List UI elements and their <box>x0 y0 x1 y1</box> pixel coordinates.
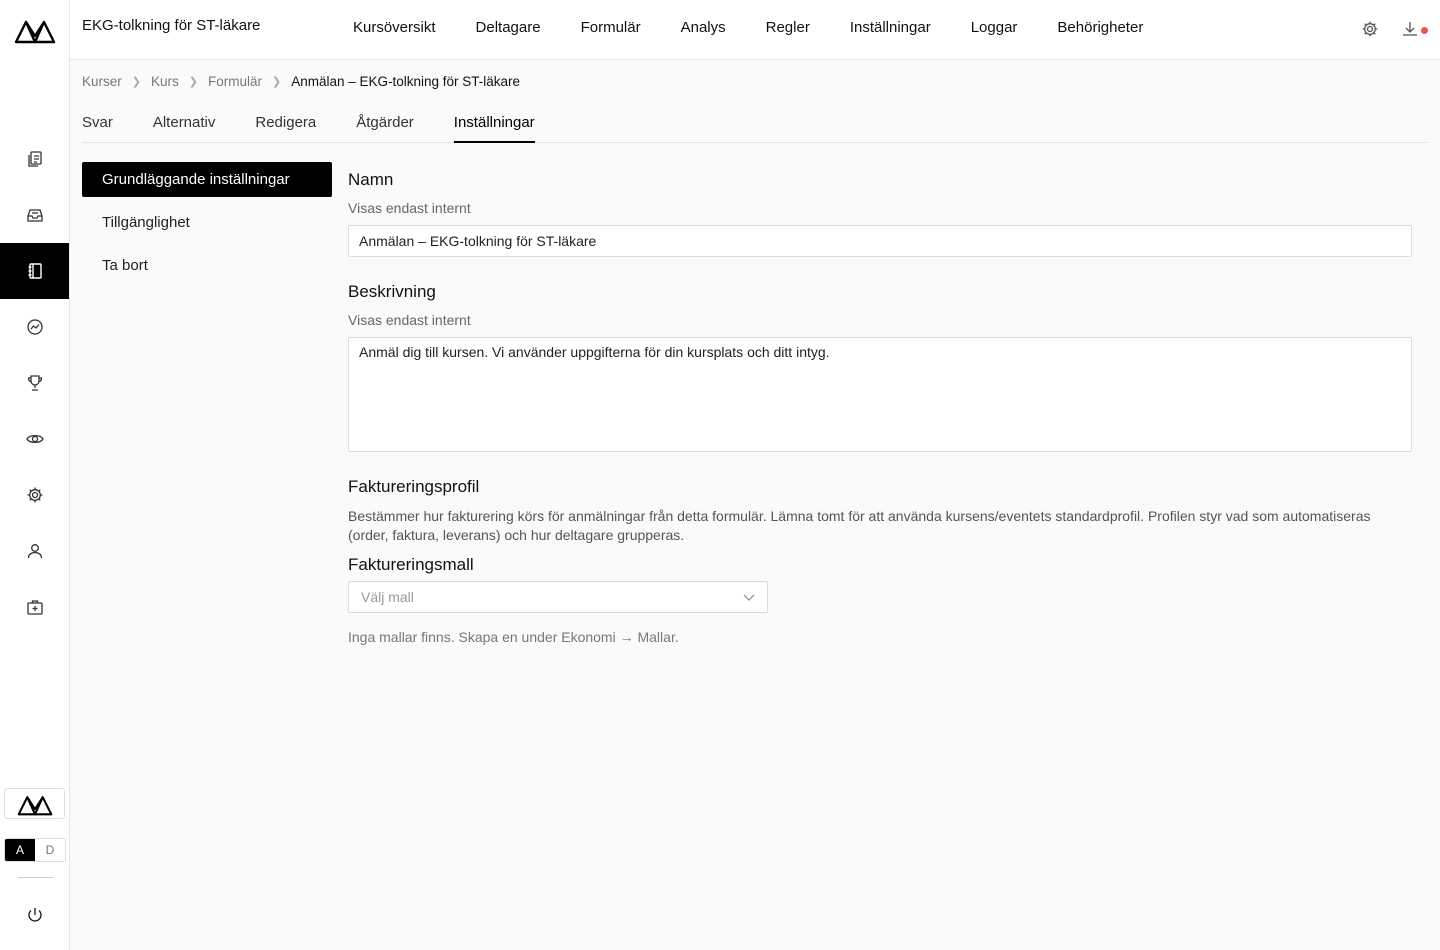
breadcrumb-current: Anmälan – EKG-tolkning för ST-läkare <box>291 74 521 89</box>
user-icon <box>27 544 42 559</box>
rail-forms[interactable] <box>0 243 69 299</box>
tab-alternativ[interactable]: Alternativ <box>153 112 216 143</box>
rail-inbox[interactable] <box>0 187 69 243</box>
notification-dot <box>1421 27 1428 34</box>
trophy-icon <box>27 375 42 391</box>
left-rail: A D <box>0 0 70 950</box>
nav-behorigheter[interactable]: Behörigheter <box>1057 19 1143 36</box>
billing-profile-description: Bestämmer hur fakturering körs för anmäl… <box>348 508 1371 543</box>
name-input[interactable]: Anmälan – EKG-tolkning för ST-läkare <box>348 225 1412 257</box>
rail-settings[interactable] <box>0 467 69 523</box>
settings-button[interactable] <box>1361 20 1379 38</box>
description-field-hint: Visas endast internt <box>348 312 471 328</box>
nav-formular[interactable]: Formulär <box>581 19 641 36</box>
inbox-icon <box>26 209 43 222</box>
top-header: EKG-tolkning för ST-läkare Kursöversikt … <box>70 0 1440 60</box>
download-icon <box>1403 22 1417 36</box>
chevron-right-icon: ❯ <box>188 76 198 88</box>
gear-icon <box>27 487 42 503</box>
chevron-down-icon <box>743 594 755 601</box>
nav-deltagare[interactable]: Deltagare <box>476 19 541 36</box>
gear-icon <box>1362 21 1378 37</box>
rail-documents[interactable] <box>0 131 69 187</box>
language-toggle[interactable]: A D <box>4 838 66 862</box>
nav-kursoversikt[interactable]: Kursöversikt <box>353 19 436 36</box>
rail-trophy[interactable] <box>0 355 69 411</box>
rail-divider <box>18 877 53 878</box>
brand-logo-icon[interactable] <box>14 16 56 44</box>
billing-template-hint: Inga mallar finns. Skapa en under Ekonom… <box>348 629 679 645</box>
chart-circle-icon <box>26 319 43 335</box>
documents-icon <box>27 151 42 167</box>
notebook-icon <box>28 263 42 279</box>
eye-icon <box>25 434 44 444</box>
breadcrumb-kurs[interactable]: Kurs <box>151 74 179 89</box>
breadcrumb-kurser[interactable]: Kurser <box>82 74 122 89</box>
download-button[interactable] <box>1401 20 1419 38</box>
course-title: EKG-tolkning för ST-läkare <box>82 17 261 34</box>
rail-analytics[interactable] <box>0 299 69 355</box>
description-field-title: Beskrivning <box>348 282 436 301</box>
name-field-hint: Visas endast internt <box>348 200 471 216</box>
basic-settings-form: Namn Visas endast internt Anmälan – EKG-… <box>348 170 1412 645</box>
breadcrumb: Kurser ❯ Kurs ❯ Formulär ❯ Anmälan – EKG… <box>82 74 520 89</box>
billing-profile-title: Faktureringsprofil <box>348 477 480 496</box>
billing-template-select[interactable]: Välj mall <box>348 581 768 613</box>
nav-regler[interactable]: Regler <box>766 19 810 36</box>
tab-svar[interactable]: Svar <box>82 112 113 143</box>
logout-button[interactable] <box>0 898 69 932</box>
workspace-logo-icon[interactable] <box>4 788 65 819</box>
lang-option-active[interactable]: A <box>5 839 35 861</box>
nav-installningar[interactable]: Inställningar <box>850 19 931 36</box>
rail-visibility[interactable] <box>0 411 69 467</box>
rail-medical[interactable] <box>0 579 69 635</box>
name-field-title: Namn <box>348 170 394 189</box>
billing-template-placeholder: Välj mall <box>361 589 414 605</box>
chevron-right-icon: ❯ <box>271 76 282 88</box>
form-tabs: Svar Alternativ Redigera Åtgärder Instäl… <box>82 112 1428 143</box>
tab-atgarder[interactable]: Åtgärder <box>356 112 414 143</box>
submenu-delete[interactable]: Ta bort <box>82 248 332 283</box>
settings-submenu: Grundläggande inställningar Tillgängligh… <box>82 162 332 291</box>
tab-redigera[interactable]: Redigera <box>255 112 316 143</box>
medical-case-icon <box>26 600 43 615</box>
submenu-basic-settings[interactable]: Grundläggande inställningar <box>82 162 332 197</box>
power-icon <box>27 908 42 922</box>
submenu-availability[interactable]: Tillgänglighet <box>82 205 332 240</box>
lang-option-inactive[interactable]: D <box>35 839 65 861</box>
chevron-right-icon: ❯ <box>131 76 141 88</box>
billing-template-label: Faktureringsmall <box>348 555 474 574</box>
description-textarea[interactable]: Anmäl dig till kursen. Vi använder uppgi… <box>348 337 1412 452</box>
nav-loggar[interactable]: Loggar <box>971 19 1018 36</box>
nav-analys[interactable]: Analys <box>681 19 726 36</box>
tab-installningar[interactable]: Inställningar <box>453 112 535 143</box>
top-navigation: Kursöversikt Deltagare Formulär Analys R… <box>353 19 1183 36</box>
breadcrumb-formular[interactable]: Formulär <box>208 74 262 89</box>
rail-user[interactable] <box>0 523 69 579</box>
